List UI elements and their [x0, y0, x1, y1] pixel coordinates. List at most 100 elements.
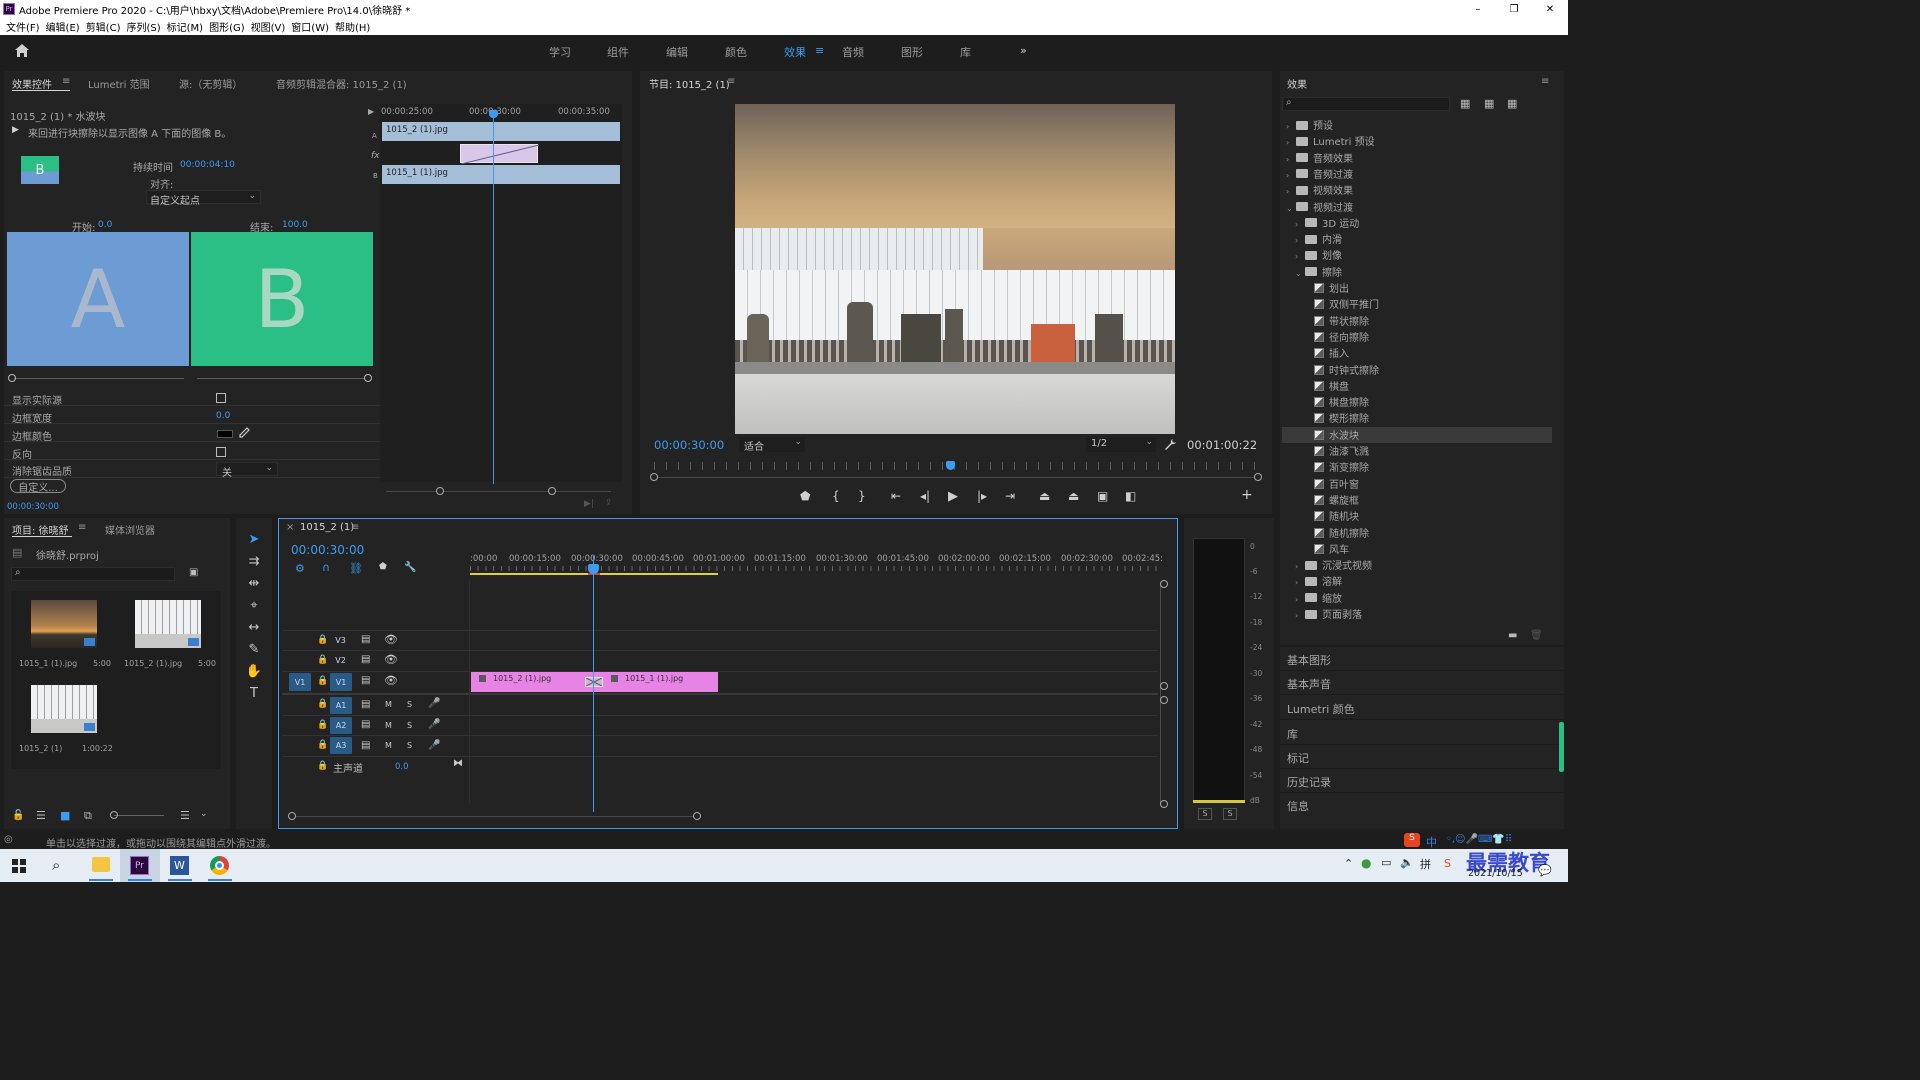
- effects-panel-title[interactable]: 效果: [1287, 76, 1307, 91]
- sequence-tab[interactable]: 1015_2 (1): [300, 522, 354, 533]
- mute-a1-button[interactable]: M: [385, 700, 392, 709]
- workspace-tab-color[interactable]: 颜色: [725, 44, 747, 60]
- sync-lock-icon[interactable]: ▤: [361, 675, 370, 686]
- effects-folder[interactable]: › 音频过渡: [1282, 166, 1552, 182]
- workspace-tab-graphics[interactable]: 图形: [901, 44, 923, 60]
- slip-tool-icon[interactable]: ↔: [245, 620, 263, 638]
- mini-clip-a[interactable]: 1015_2 (1).jpg: [382, 122, 620, 141]
- master-volume-value[interactable]: 0.0: [395, 762, 409, 772]
- filter-icon[interactable]: ▶|: [584, 499, 594, 509]
- end-value[interactable]: 100.0: [282, 220, 308, 230]
- mute-a2-button[interactable]: M: [385, 721, 392, 730]
- mini-clip-b[interactable]: 1015_1 (1).jpg: [382, 165, 620, 184]
- mute-a3-button[interactable]: M: [385, 741, 392, 750]
- razor-tool-icon[interactable]: ⌖: [245, 598, 263, 616]
- transition-on-timeline[interactable]: [585, 677, 603, 687]
- effects-folder[interactable]: › 3D 运动: [1282, 215, 1552, 231]
- sync-lock-icon[interactable]: ▤: [361, 740, 370, 751]
- mini-zoom-handle-left[interactable]: [436, 487, 444, 495]
- export-icon[interactable]: ⇪: [605, 498, 613, 508]
- linked-selection-icon[interactable]: ⛓: [349, 562, 363, 575]
- panel-markers[interactable]: 标记: [1287, 750, 1309, 766]
- h-scroll-handle-right[interactable]: [693, 812, 701, 820]
- ime-mode[interactable]: 中: [1426, 834, 1437, 850]
- sync-lock-icon[interactable]: ▤: [361, 654, 370, 665]
- clip-1015-1[interactable]: 1015_1 (1).jpg: [603, 672, 718, 692]
- menu-graphics[interactable]: 图形(G): [209, 19, 245, 34]
- start-value[interactable]: 0.0: [98, 220, 112, 230]
- description-toggle-icon[interactable]: ▶: [12, 125, 19, 135]
- microphone-icon[interactable]: 🎤: [428, 740, 440, 751]
- video-scroll-handle-top[interactable]: [1160, 580, 1168, 588]
- h-scroll-handle-left[interactable]: [288, 812, 296, 820]
- chevron-down-icon[interactable]: ⌄: [1286, 204, 1296, 213]
- close-button[interactable]: ✕: [1532, 0, 1568, 18]
- effects-folder[interactable]: › 预设: [1282, 117, 1552, 133]
- audio-scroll-handle-top[interactable]: [1160, 696, 1168, 704]
- track-target-v1[interactable]: V1: [330, 673, 352, 691]
- taskbar-premiere-icon[interactable]: Pr: [130, 856, 149, 875]
- sogou-ime-icon[interactable]: S: [1404, 833, 1420, 847]
- lock-icon[interactable]: 🔒: [317, 635, 328, 645]
- side-panels-scrollbar[interactable]: [1559, 722, 1564, 772]
- tab-lumetri-scopes[interactable]: Lumetri 范围: [88, 76, 150, 91]
- go-to-out-icon[interactable]: ⇥: [1005, 489, 1015, 503]
- eyedropper-icon[interactable]: [238, 427, 250, 439]
- thumbnail-size-handle[interactable]: [110, 811, 118, 819]
- selection-tool-icon[interactable]: ➤: [245, 532, 263, 550]
- program-scrubber[interactable]: [654, 477, 1258, 478]
- solo-a3-button[interactable]: S: [407, 741, 412, 750]
- chevron-right-icon[interactable]: ›: [1286, 171, 1296, 180]
- menu-view[interactable]: 视图(V): [251, 19, 286, 34]
- effect-controls-menu-icon[interactable]: ≡: [62, 76, 70, 87]
- play-icon[interactable]: ▶: [948, 489, 958, 504]
- sogou-tray-icon[interactable]: S: [1444, 857, 1451, 870]
- lock-icon[interactable]: 🔒: [317, 655, 328, 665]
- windows-start-icon[interactable]: [12, 859, 26, 873]
- vertical-scrollbar[interactable]: [1160, 584, 1161, 804]
- lock-icon[interactable]: 🔒: [317, 699, 328, 709]
- accelerated-effects-icon[interactable]: ▦: [1460, 97, 1470, 110]
- effects-folder[interactable]: › 内滑: [1282, 231, 1552, 247]
- volume-icon[interactable]: 🔈: [1400, 856, 1414, 869]
- chevron-right-icon[interactable]: ›: [1286, 155, 1296, 164]
- effects-folder[interactable]: › 溶解: [1282, 573, 1552, 589]
- effects-folder[interactable]: › 音频效果: [1282, 150, 1552, 166]
- mini-zoom-scrollbar[interactable]: [386, 491, 611, 492]
- track-target-v3[interactable]: V3: [333, 633, 348, 648]
- thumbnail-size-slider[interactable]: [114, 815, 164, 816]
- lock-icon[interactable]: 🔒: [317, 740, 328, 750]
- panel-libraries[interactable]: 库: [1287, 726, 1298, 742]
- lock-icon[interactable]: 🔒: [317, 676, 328, 686]
- find-icon[interactable]: ▣: [189, 567, 198, 578]
- solo-right-button[interactable]: S: [1223, 808, 1237, 820]
- microphone-icon[interactable]: 🎤: [428, 719, 440, 730]
- workspace-menu-icon[interactable]: ≡: [815, 44, 824, 57]
- mini-playhead[interactable]: [493, 112, 494, 484]
- timeline-playhead-line[interactable]: [593, 556, 594, 812]
- program-playhead[interactable]: [945, 461, 955, 470]
- anti-aliasing-select[interactable]: 关 ⌄: [216, 462, 278, 479]
- project-thumb-3[interactable]: [31, 685, 97, 733]
- panel-essential-graphics[interactable]: 基本图形: [1287, 652, 1331, 668]
- clip-1015-2[interactable]: 1015_2 (1).jpg: [471, 672, 593, 692]
- effects-folder[interactable]: ⌄ 擦除: [1282, 264, 1552, 280]
- panel-lumetri-color[interactable]: Lumetri 颜色: [1287, 701, 1355, 717]
- effects-search-input[interactable]: ⌕: [1282, 97, 1450, 111]
- track-select-tool-icon[interactable]: ⇉: [245, 554, 263, 572]
- eye-icon[interactable]: 👁: [384, 653, 398, 666]
- reverse-checkbox[interactable]: [216, 447, 226, 457]
- effects-transition-item[interactable]: 百叶窗: [1282, 476, 1552, 492]
- step-forward-icon[interactable]: |▸: [977, 489, 987, 503]
- effects-folder[interactable]: › 沉浸式视频: [1282, 557, 1552, 573]
- effects-transition-item[interactable]: 随机擦除: [1282, 525, 1552, 541]
- align-select[interactable]: 自定义起点 ⌄: [146, 190, 261, 207]
- solo-left-button[interactable]: S: [1198, 808, 1212, 820]
- timeline-settings-wrench-icon[interactable]: 🔧: [404, 562, 416, 573]
- workspace-tab-libraries[interactable]: 库: [960, 44, 971, 60]
- menu-file[interactable]: 文件(F): [6, 19, 40, 34]
- timeline-playhead-handle[interactable]: [588, 564, 599, 574]
- taskbar-chrome-icon[interactable]: [210, 856, 229, 875]
- menu-clip[interactable]: 剪辑(C): [86, 19, 121, 34]
- effects-menu-icon[interactable]: ≡: [1541, 76, 1549, 87]
